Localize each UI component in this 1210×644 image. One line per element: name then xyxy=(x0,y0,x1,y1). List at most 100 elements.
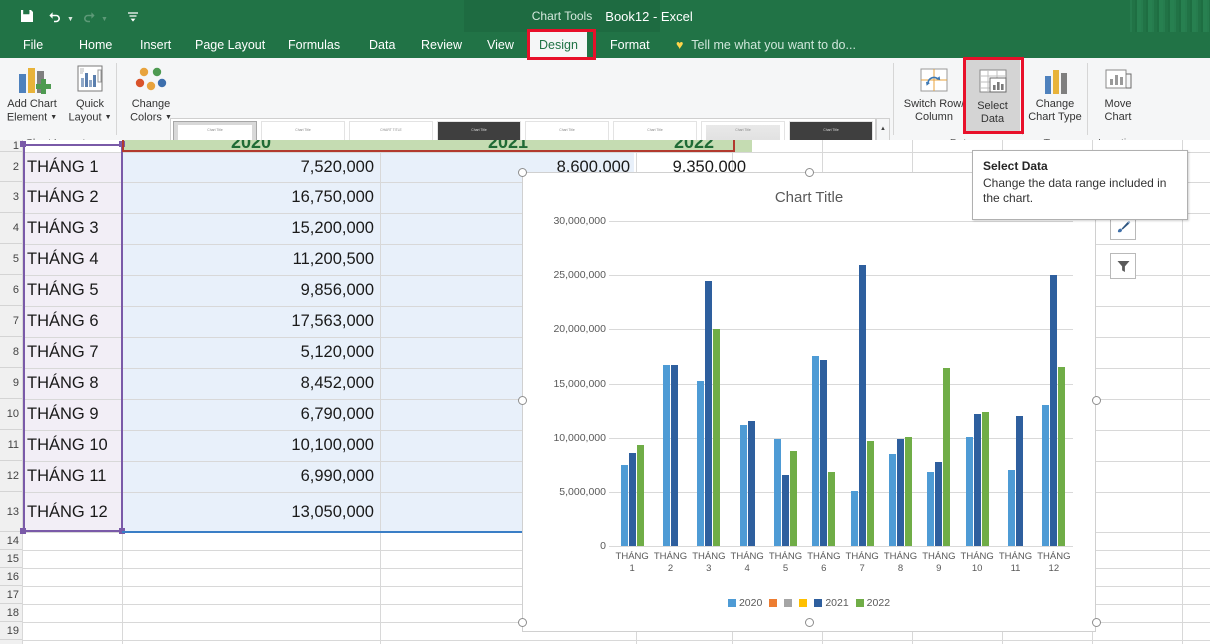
chart-bar[interactable] xyxy=(828,472,836,546)
chart-bar[interactable] xyxy=(662,364,670,546)
chart-bar[interactable] xyxy=(628,452,636,546)
cell-2020-value[interactable]: 7,520,000 xyxy=(122,152,380,182)
chart-bar[interactable] xyxy=(781,474,789,546)
chart-legend-item[interactable] xyxy=(799,599,808,607)
row-header-1[interactable]: 1 xyxy=(0,140,22,152)
tab-formulas[interactable]: Formulas xyxy=(279,32,349,58)
chart-bar[interactable] xyxy=(636,444,644,546)
chart-bar[interactable] xyxy=(1050,275,1058,546)
chart-bar[interactable] xyxy=(705,280,713,546)
chart-handle-s[interactable] xyxy=(805,618,814,627)
chart-bar[interactable] xyxy=(1042,404,1050,546)
row-header-18[interactable]: 18 xyxy=(0,604,22,622)
row-header-15[interactable]: 15 xyxy=(0,550,22,568)
chart-bar[interactable] xyxy=(773,439,781,546)
chart-bar[interactable] xyxy=(713,329,721,546)
chart-bar[interactable] xyxy=(965,436,973,546)
chart-legend-item[interactable]: 2021 xyxy=(814,597,849,609)
chart-bar[interactable] xyxy=(670,364,678,546)
tab-view[interactable]: View xyxy=(478,32,523,58)
chart-filters-button[interactable] xyxy=(1110,253,1136,279)
move-chart-button[interactable]: Move Chart xyxy=(1088,60,1148,124)
row-header-17[interactable]: 17 xyxy=(0,586,22,604)
chart-bar[interactable] xyxy=(866,441,874,546)
row-header-9[interactable]: 9 xyxy=(0,368,22,399)
cell-2020-value[interactable]: 6,790,000 xyxy=(122,399,380,430)
row-header-2[interactable]: 2 xyxy=(0,152,22,182)
chart-legend-item[interactable]: 2020 xyxy=(727,597,762,609)
chart-legend-item[interactable]: 2022 xyxy=(855,597,890,609)
chart-bar[interactable] xyxy=(858,265,866,546)
switch-row-column-button[interactable]: Switch Row/ Column xyxy=(898,60,970,124)
chart-bar[interactable] xyxy=(820,359,828,546)
cell-2020-value[interactable]: 15,200,000 xyxy=(122,213,380,244)
cell-2020-value[interactable]: 5,120,000 xyxy=(122,337,380,368)
chart-bar[interactable] xyxy=(789,450,797,546)
chart-bar[interactable] xyxy=(888,454,896,546)
row-header-10[interactable]: 10 xyxy=(0,399,22,430)
chevron-down-icon[interactable]: ▼ xyxy=(50,114,57,121)
chart-bar[interactable] xyxy=(1015,416,1023,546)
cell-2020-value[interactable]: 10,100,000 xyxy=(122,430,380,461)
chart-bar[interactable] xyxy=(904,436,912,546)
chart-bar[interactable] xyxy=(812,355,820,546)
tab-data[interactable]: Data xyxy=(360,32,404,58)
tab-format[interactable]: Format xyxy=(601,32,659,58)
chart-bar[interactable] xyxy=(981,412,989,546)
customize-quick-access-icon[interactable] xyxy=(120,3,146,29)
quick-layout-button[interactable]: Quick Layout ▼ xyxy=(59,60,121,124)
chart-handle-n[interactable] xyxy=(805,168,814,177)
chart-plot-area[interactable]: 30,000,000 25,000,000 20,000,000 15,000,000… xyxy=(553,215,1073,574)
row-header-16[interactable]: 16 xyxy=(0,568,22,586)
change-chart-type-button[interactable]: Change Chart Type xyxy=(1023,60,1087,124)
chart-bar[interactable] xyxy=(620,464,628,546)
save-icon[interactable] xyxy=(14,3,40,29)
undo-dropdown-caret[interactable]: ▼ xyxy=(67,10,74,23)
row-header-14[interactable]: 14 xyxy=(0,532,22,550)
row-header-5[interactable]: 5 xyxy=(0,244,22,275)
chart-bar[interactable] xyxy=(927,472,935,546)
chart-bar[interactable] xyxy=(697,381,705,546)
undo-icon[interactable] xyxy=(42,3,68,29)
select-data-button[interactable]: Select Data xyxy=(965,60,1020,134)
cell-2020-value[interactable]: 13,050,000 xyxy=(122,492,380,532)
chart-handle-nw[interactable] xyxy=(518,168,527,177)
chart-bar[interactable] xyxy=(739,424,747,546)
chevron-down-icon[interactable]: ▼ xyxy=(105,114,112,121)
chart-bar[interactable] xyxy=(935,461,943,546)
row-header-8[interactable]: 8 xyxy=(0,337,22,368)
tab-design[interactable]: Design xyxy=(530,32,587,58)
chart-legend-item[interactable] xyxy=(769,599,778,607)
cell-2020-value[interactable]: 8,452,000 xyxy=(122,368,380,399)
tell-me-search[interactable]: ♥ Tell me what you want to do... xyxy=(676,32,856,58)
cell-2020-value[interactable]: 6,990,000 xyxy=(122,461,380,492)
chart-handle-w[interactable] xyxy=(518,396,527,405)
row-header-3[interactable]: 3 xyxy=(0,182,22,213)
row-header-19[interactable]: 19 xyxy=(0,622,22,640)
selection-handle[interactable] xyxy=(20,528,26,534)
gallery-scroll-up-icon[interactable]: ▲ xyxy=(877,119,889,138)
row-header-4[interactable]: 4 xyxy=(0,213,22,244)
chart-handle-sw[interactable] xyxy=(518,618,527,627)
chart-bar[interactable] xyxy=(1007,470,1015,546)
row-header-7[interactable]: 7 xyxy=(0,306,22,337)
change-colors-button[interactable]: Change Colors ▼ xyxy=(120,60,182,124)
chart-object[interactable]: Chart Title 30,000,000 25,000,000 20,000,0… xyxy=(522,172,1096,632)
chart-handle-e[interactable] xyxy=(1092,396,1101,405)
tab-file[interactable]: File xyxy=(14,32,52,58)
cell-2020-value[interactable]: 11,200,500 xyxy=(122,244,380,275)
row-header-11[interactable]: 11 xyxy=(0,430,22,461)
row-header-20[interactable]: 20 xyxy=(0,640,22,644)
tab-insert[interactable]: Insert xyxy=(131,32,180,58)
chart-bar[interactable] xyxy=(747,421,755,546)
tab-home[interactable]: Home xyxy=(70,32,121,58)
chart-legend-item[interactable] xyxy=(784,599,793,607)
row-header-12[interactable]: 12 xyxy=(0,461,22,492)
cell-2020-value[interactable]: 16,750,000 xyxy=(122,182,380,213)
chart-handle-se[interactable] xyxy=(1092,618,1101,627)
tab-page-layout[interactable]: Page Layout xyxy=(186,32,274,58)
chart-legend[interactable]: 2020 2021 2022 xyxy=(523,597,1095,609)
chart-bar[interactable] xyxy=(1058,367,1066,546)
chart-bar[interactable] xyxy=(973,413,981,546)
cell-2020-value[interactable]: 17,563,000 xyxy=(122,306,380,337)
